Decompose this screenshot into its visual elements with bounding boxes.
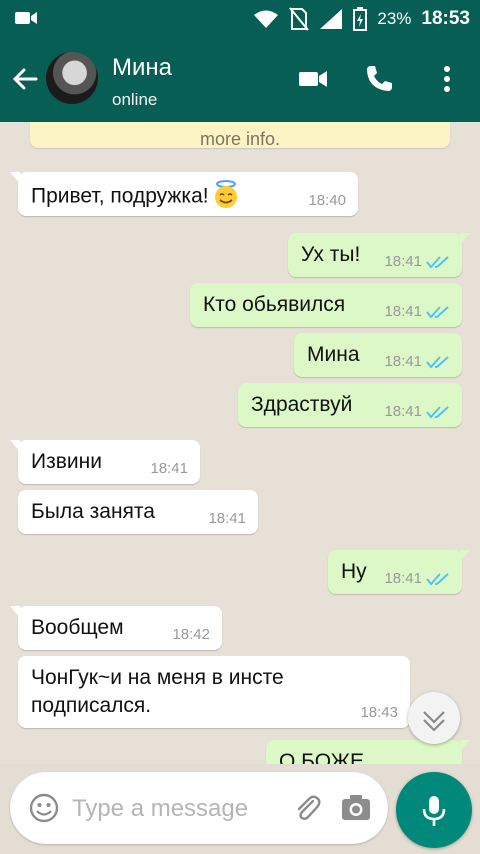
voice-message-button[interactable] [396, 772, 472, 848]
back-arrow-icon[interactable] [10, 64, 40, 94]
encryption-info-banner[interactable]: more info. [30, 122, 450, 149]
status-bar: 23% 18:53 [0, 0, 480, 38]
message-text: Кто обьявился [203, 293, 346, 316]
message-text: Мина [307, 343, 360, 366]
chevron-down-icon [423, 711, 445, 732]
message-list[interactable]: more info. Привет, подружка! 18:40 Ух ты… [0, 122, 480, 764]
message-incoming[interactable]: ЧонГук~и на меня в инсте подписался. 18:… [18, 656, 410, 728]
message-text: Извини [31, 450, 102, 473]
contact-status: online [112, 90, 158, 109]
wifi-icon [254, 10, 279, 28]
smiling-halo-face-icon [214, 180, 237, 208]
emoji-icon[interactable] [28, 792, 60, 824]
message-text: Привет, подружка! [31, 184, 209, 208]
message-time: 18:41 [150, 460, 188, 477]
read-ticks-icon [426, 573, 449, 586]
message-text: Ух ты! [301, 243, 361, 266]
read-ticks-icon [426, 256, 449, 269]
message-text: Ну [341, 560, 367, 583]
more-options-icon[interactable] [430, 62, 464, 96]
contact-name[interactable]: Мина [112, 54, 172, 82]
message-time: 18:41 [384, 403, 422, 420]
video-notification-icon [15, 12, 37, 24]
camera-icon[interactable] [340, 792, 372, 824]
message-outgoing[interactable]: Ух ты! 18:41 [288, 233, 470, 277]
message-incoming[interactable]: Вообщем 18:42 [10, 606, 222, 650]
message-outgoing[interactable]: Здраствуй 18:41 [238, 383, 462, 427]
read-ticks-icon [426, 306, 449, 319]
message-time: 18:41 [208, 510, 246, 527]
message-outgoing[interactable]: Ну 18:41 [328, 550, 470, 594]
message-text: Была занята [31, 500, 155, 523]
message-incoming[interactable]: Привет, подружка! 18:40 [10, 172, 358, 216]
microphone-icon [422, 796, 446, 826]
message-text: ЧонГук~и на меня в инсте подписался. [31, 666, 284, 717]
paperclip-icon[interactable] [292, 792, 324, 824]
signal-icon [320, 9, 343, 29]
message-composer [10, 772, 388, 844]
no-sim-icon [289, 7, 310, 31]
message-outgoing[interactable]: Мина 18:41 [294, 333, 462, 377]
battery-percent: 23% [377, 9, 412, 28]
message-incoming[interactable]: Была занята 18:41 [18, 490, 258, 534]
avatar[interactable] [46, 52, 98, 104]
message-time: 18:41 [384, 570, 422, 587]
video-call-icon[interactable] [296, 62, 330, 96]
message-time: 18:41 [384, 353, 422, 370]
message-text: Вообщем [31, 616, 124, 639]
voice-call-icon[interactable] [362, 62, 396, 96]
scroll-to-bottom-button[interactable] [408, 692, 460, 744]
message-time: 18:43 [360, 704, 398, 721]
read-ticks-icon [426, 406, 449, 419]
message-text: О БОЖЕ [279, 750, 364, 764]
battery-icon [353, 7, 368, 31]
message-time: 18:40 [308, 192, 346, 209]
message-input[interactable] [70, 790, 284, 828]
message-time: 18:41 [384, 303, 422, 320]
message-outgoing[interactable]: Кто обьявился 18:41 [190, 283, 462, 327]
clock: 18:53 [421, 8, 470, 29]
read-ticks-icon [426, 356, 449, 369]
chat-header: Мина online [0, 38, 480, 122]
message-incoming[interactable]: Извини 18:41 [10, 440, 200, 484]
message-time: 18:41 [384, 253, 422, 270]
message-text: Здраствуй [251, 393, 353, 416]
message-time: 18:42 [172, 626, 210, 643]
